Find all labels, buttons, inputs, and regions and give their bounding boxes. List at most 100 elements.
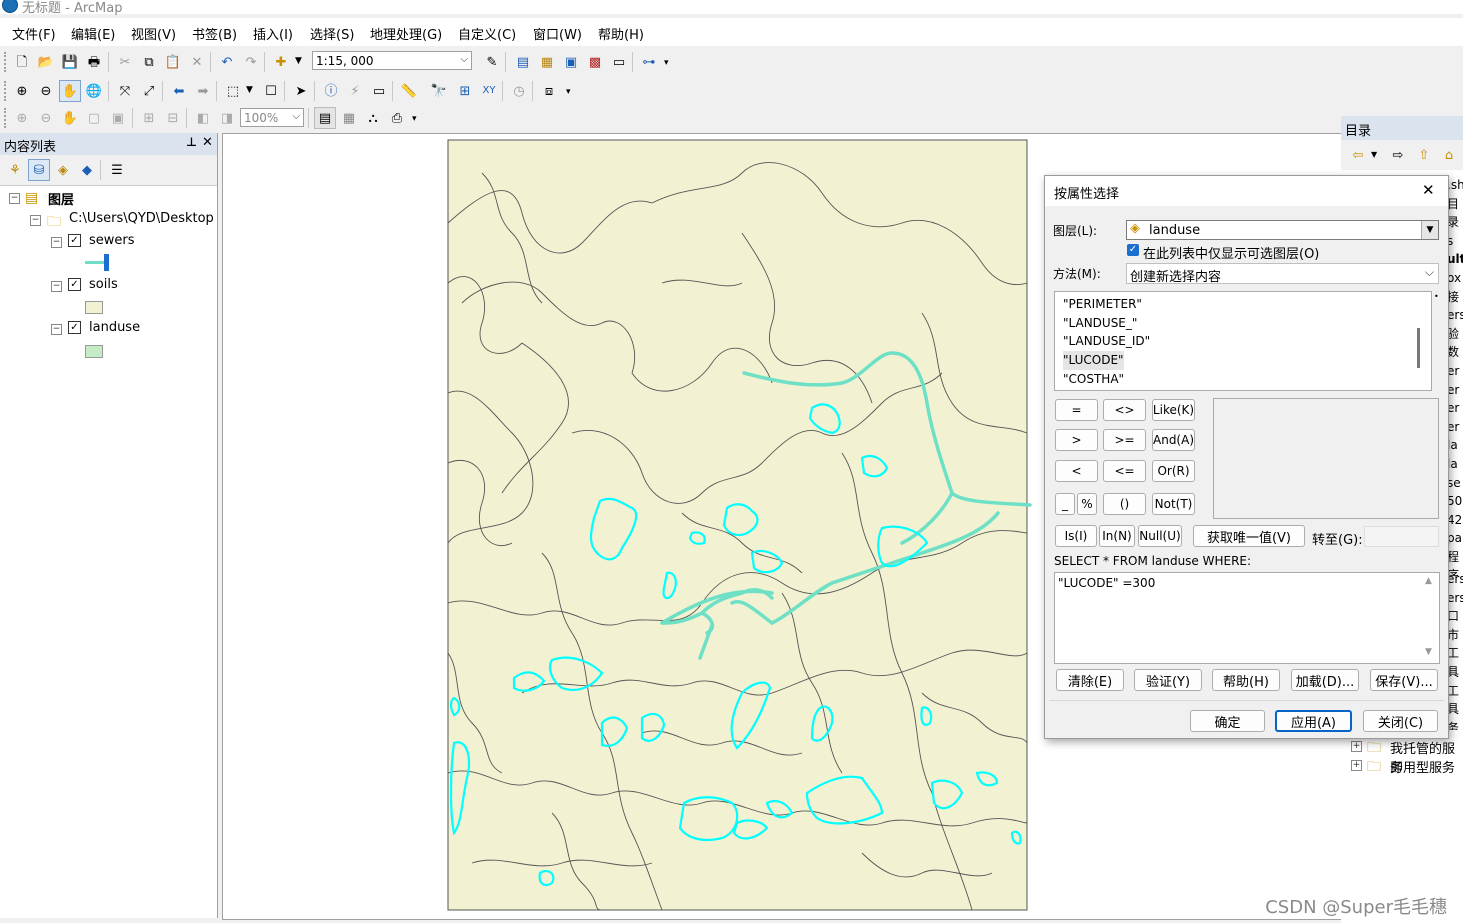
menu-insert[interactable]: 插入(I) [253, 24, 293, 43]
catalog-item-ready-services[interactable]: 即用型服务 [1390, 757, 1455, 776]
expand-icon[interactable]: + [1351, 760, 1362, 771]
field-item[interactable]: "LANDUSE_" [1063, 314, 1150, 333]
soils-symbol-icon[interactable] [85, 301, 103, 314]
op-underscore-button[interactable]: _ [1055, 493, 1075, 515]
op-greater-button[interactable]: > [1055, 429, 1098, 451]
fields-scrollbar-thumb[interactable] [1417, 328, 1420, 368]
zoom-whole-page-icon[interactable]: ▢ [83, 107, 105, 129]
verify-button[interactable]: 验证(Y) [1134, 669, 1202, 691]
close-icon[interactable]: ✕ [1422, 181, 1435, 199]
layout-zoom-in-icon[interactable]: ⊕ [11, 107, 33, 129]
menu-help[interactable]: 帮助(H) [598, 24, 644, 43]
layer-visibility-checkbox[interactable]: ✓ [68, 278, 81, 291]
toolbar-grip[interactable] [4, 108, 9, 128]
layer-soils[interactable]: soils [89, 277, 118, 292]
go-to-xy-icon[interactable]: XY [478, 80, 500, 102]
search-window-icon[interactable]: ▣ [560, 51, 582, 73]
find-route-icon[interactable]: ⊞ [454, 80, 476, 102]
collapse-icon[interactable]: − [51, 324, 62, 335]
field-item[interactable]: "COSTHA" [1063, 370, 1150, 389]
menu-customize[interactable]: 自定义(C) [458, 24, 516, 43]
collapse-icon[interactable]: − [51, 237, 62, 248]
unique-values-list[interactable] [1213, 398, 1439, 519]
previous-extent-icon[interactable]: ◧ [192, 107, 214, 129]
toolbar-options-icon[interactable]: ▾ [566, 87, 571, 97]
load-button[interactable]: 加载(D)... [1291, 669, 1359, 691]
select-dropdown-icon[interactable]: ▼ [246, 85, 253, 95]
print-icon[interactable]: 🖶 [83, 51, 105, 73]
close-icon[interactable]: ✕ [202, 135, 213, 150]
toolbar-grip[interactable] [4, 52, 9, 72]
menu-bookmarks[interactable]: 书签(B) [192, 24, 237, 43]
apply-button[interactable]: 应用(A) [1275, 710, 1352, 732]
create-viewer-icon[interactable]: ⧈ [538, 80, 560, 102]
zoom-in-icon[interactable]: ⊕ [11, 80, 33, 102]
collapse-icon[interactable]: − [9, 193, 20, 204]
field-item[interactable]: "PERIMETER" [1063, 295, 1150, 314]
menu-view[interactable]: 视图(V) [131, 24, 176, 43]
close-button[interactable]: 关闭(C) [1363, 710, 1438, 732]
op-like-button[interactable]: Like(K) [1152, 399, 1195, 421]
op-and-button[interactable]: And(A) [1152, 429, 1195, 451]
list-by-source-icon[interactable]: ⛁ [28, 159, 50, 181]
menu-edit[interactable]: 编辑(E) [71, 24, 115, 43]
layer-select[interactable]: ◈ landuse ▼ [1126, 220, 1439, 240]
data-driven-pages-icon[interactable]: ⎙ [386, 107, 408, 129]
change-layout-icon[interactable]: ⛬ [362, 107, 384, 129]
op-percent-button[interactable]: % [1077, 493, 1097, 515]
expression-textarea[interactable]: "LUCODE" =300 ▲ ▼ [1054, 572, 1440, 664]
method-select[interactable]: 创建新选择内容 ⌵ [1126, 263, 1439, 285]
op-parentheses-button[interactable]: () [1103, 493, 1146, 515]
time-slider-icon[interactable]: ◷ [508, 80, 530, 102]
pan-icon[interactable]: ✋ [59, 80, 81, 102]
menu-file[interactable]: 文件(F) [12, 24, 56, 43]
back-dropdown-icon[interactable]: ▼ [1371, 150, 1377, 159]
hyperlink-icon[interactable]: ⚡ [344, 80, 366, 102]
add-data-icon[interactable]: ✚ [270, 51, 292, 73]
layer-sewers[interactable]: sewers [89, 233, 135, 248]
find-icon[interactable]: 🔭 [428, 80, 450, 102]
toc-window-icon[interactable]: ▤ [512, 51, 534, 73]
menu-geoprocessing[interactable]: 地理处理(G) [370, 24, 442, 43]
save-icon[interactable]: 💾 [59, 51, 81, 73]
op-or-button[interactable]: Or(R) [1152, 460, 1195, 482]
full-extent-icon[interactable]: 🌐 [83, 80, 105, 102]
toolbar-grip[interactable] [4, 81, 9, 101]
only-selectable-checkbox[interactable]: ✓ [1127, 244, 1139, 256]
list-by-visibility-icon[interactable]: ◈ [52, 159, 74, 181]
layout-zoom-out-icon[interactable]: ⊖ [35, 107, 57, 129]
home-icon[interactable]: ⌂ [1438, 144, 1460, 166]
zoom-out-icon[interactable]: ⊖ [35, 80, 57, 102]
go-forward-icon[interactable]: ➡ [192, 80, 214, 102]
op-not-button[interactable]: Not(T) [1152, 493, 1195, 515]
layer-visibility-checkbox[interactable]: ✓ [68, 321, 81, 334]
fixed-zoom-out-icon[interactable]: ⤢ [138, 80, 160, 102]
toolbar-options-icon[interactable]: ▾ [412, 114, 417, 124]
back-icon[interactable]: ⇦ [1347, 144, 1369, 166]
op-less-button[interactable]: < [1055, 460, 1098, 482]
undo-icon[interactable]: ↶ [216, 51, 238, 73]
cut-icon[interactable]: ✂ [114, 51, 136, 73]
collapse-icon[interactable]: − [30, 215, 41, 226]
fields-list[interactable]: "PERIMETER" "LANDUSE_" "LANDUSE_ID" "LUC… [1054, 291, 1432, 391]
save-button[interactable]: 保存(V)... [1370, 669, 1438, 691]
list-by-selection-icon[interactable]: ◆ [76, 159, 98, 181]
up-one-level-icon[interactable]: ⇧ [1413, 144, 1435, 166]
arctoolbox-icon[interactable]: ▩ [584, 51, 606, 73]
editor-toolbar-icon[interactable]: ✎ [481, 51, 503, 73]
zoom-100-icon[interactable]: ▣ [107, 107, 129, 129]
fixed-zoom-in-layout-icon[interactable]: ⊞ [138, 107, 160, 129]
next-extent-icon[interactable]: ◨ [216, 107, 238, 129]
field-item-selected[interactable]: "LUCODE" [1063, 351, 1124, 370]
new-document-icon[interactable]: 🗋 [11, 51, 33, 73]
forward-icon[interactable]: ⇨ [1387, 144, 1409, 166]
expand-icon[interactable]: + [1351, 741, 1362, 752]
sewers-symbol-icon[interactable] [85, 261, 105, 264]
go-back-icon[interactable]: ⬅ [168, 80, 190, 102]
identify-icon[interactable]: ⓘ [320, 80, 342, 102]
add-data-dropdown-icon[interactable]: ▼ [295, 56, 302, 66]
clear-selection-icon[interactable]: ☐ [260, 80, 282, 102]
map-scale-combo[interactable]: 1:15, 000 ⌵ [312, 51, 472, 70]
op-null-button[interactable]: Null(U) [1138, 525, 1182, 547]
landuse-symbol-icon[interactable] [85, 345, 103, 358]
